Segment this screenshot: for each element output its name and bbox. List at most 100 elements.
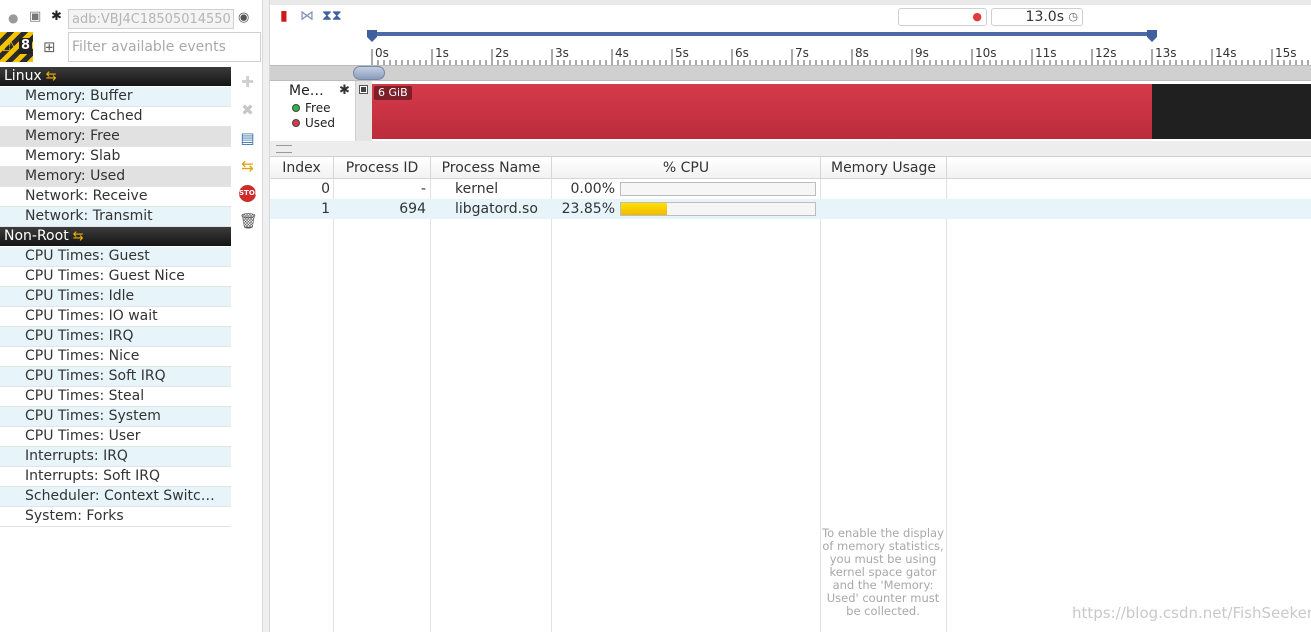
header-cpu[interactable]: % CPU: [552, 157, 821, 179]
event-item[interactable]: CPU Times: Nice: [0, 347, 231, 367]
range-end-marker: [1147, 30, 1157, 42]
add-icon[interactable]: ✚: [239, 74, 256, 91]
event-item[interactable]: Memory: Free: [0, 127, 231, 147]
trash-icon[interactable]: 🗑: [239, 213, 258, 230]
save-icon[interactable]: ▤: [239, 130, 256, 147]
timeline-scrollbar[interactable]: [270, 65, 1311, 81]
event-item[interactable]: Interrupts: Soft IRQ: [0, 467, 231, 487]
process-table: Index Process ID Process Name % CPU Memo…: [270, 157, 1311, 632]
event-item[interactable]: System: Forks: [0, 507, 231, 527]
event-item[interactable]: CPU Times: Steal: [0, 387, 231, 407]
tick-label: 0s: [375, 46, 389, 60]
warning-badge[interactable]: ⚠ 8: [0, 32, 33, 62]
tick-label: 3s: [555, 46, 569, 60]
warning-icon: ⚠: [2, 36, 18, 56]
event-item[interactable]: Memory: Buffer: [0, 87, 231, 107]
event-item[interactable]: CPU Times: Idle: [0, 287, 231, 307]
header-memory-usage[interactable]: Memory Usage: [821, 157, 947, 179]
left-panel: ● ▣ ✱ adb:VBJ4C18505014550 ◉ ⚠ 8 ⊞ Linux…: [0, 0, 263, 632]
bookmark-icon[interactable]: ▮: [280, 8, 288, 24]
track-label-area: Me… ✱ Free Used: [270, 81, 355, 141]
jump-to-icon[interactable]: ⋈: [300, 8, 314, 24]
timeline-toolbar: ▮ ⋈ ⧗⧗ ● 13.0s ◷: [270, 5, 1311, 29]
resize-handle-row[interactable]: [270, 141, 1311, 157]
event-item[interactable]: CPU Times: System: [0, 407, 231, 427]
remove-icon[interactable]: ✖: [239, 102, 256, 119]
location-field[interactable]: ●: [898, 8, 987, 26]
event-item[interactable]: CPU Times: Guest: [0, 247, 231, 267]
event-item[interactable]: CPU Times: IO wait: [0, 307, 231, 327]
watermark: https://blog.csdn.net/FishSeeker: [1072, 604, 1311, 622]
header-index[interactable]: Index: [270, 157, 334, 179]
time-value: 13.0s: [1025, 9, 1064, 25]
filter-input[interactable]: [68, 32, 261, 62]
table-row[interactable]: 0 - kernel 0.00%: [270, 179, 1311, 199]
cell-process-id: -: [420, 181, 426, 197]
cpu-progress-bar: [620, 182, 816, 196]
group-header[interactable]: Linux ⇆: [0, 67, 231, 86]
cell-cpu: 0.00%: [570, 181, 615, 197]
swap-icon[interactable]: ⇆: [239, 158, 256, 175]
track-settings-icon[interactable]: ✱: [339, 83, 350, 98]
header-process-id[interactable]: Process ID: [334, 157, 431, 179]
cell-cpu: 23.85%: [561, 201, 615, 217]
future-time-area: [1152, 84, 1311, 139]
legend-used-label: Used: [305, 116, 336, 130]
memory-track: Me… ✱ Free Used 6 GiB: [270, 81, 1311, 142]
column-divider: [946, 179, 947, 632]
legend-free: Free: [292, 101, 330, 115]
record-status-icon: ●: [8, 11, 19, 25]
legend-used-swatch: [292, 119, 300, 127]
timeline-ruler[interactable]: 0s 1s 2s 3s 4s 5s 6s 7s 8s 9s 10s 11s 12s 13s 14s 15s: [270, 29, 1311, 65]
tick-label: 9s: [915, 46, 929, 60]
event-item[interactable]: Memory: Slab: [0, 147, 231, 167]
cell-process-name: libgatord.so: [455, 201, 538, 217]
tick-label: 6s: [735, 46, 749, 60]
event-item[interactable]: Network: Transmit: [0, 207, 231, 227]
track-title: Me…: [289, 83, 324, 99]
group-header[interactable]: Non-Root ⇆: [0, 227, 231, 246]
swap-icon: ⇆: [72, 229, 84, 244]
legend-free-label: Free: [305, 101, 331, 115]
tick-label: 5s: [675, 46, 689, 60]
range-start-marker: [367, 30, 377, 42]
cell-index: 1: [321, 201, 330, 217]
cpu-progress-fill: [621, 203, 668, 215]
event-item[interactable]: Memory: Used: [0, 167, 231, 187]
chip-icon[interactable]: ▣: [29, 9, 41, 25]
event-list: Linux ⇆ Memory: Buffer Memory: Cached Memory…: [0, 67, 231, 527]
stop-icon[interactable]: STOP: [239, 185, 260, 202]
event-item[interactable]: CPU Times: User: [0, 427, 231, 447]
event-item[interactable]: Scheduler: Context Switc…: [0, 487, 231, 507]
event-item[interactable]: CPU Times: IRQ: [0, 327, 231, 347]
panel-splitter[interactable]: [262, 0, 270, 632]
event-item[interactable]: Memory: Cached: [0, 107, 231, 127]
time-field[interactable]: 13.0s ◷: [991, 8, 1083, 26]
range-markers-icon[interactable]: ⧗⧗: [322, 8, 342, 24]
memory-used-area[interactable]: [372, 84, 1152, 139]
cpu-progress-bar: [620, 202, 816, 216]
column-divider: [333, 179, 334, 632]
tool-column: ✚ ✖ ▤ ⇆ STOP 🗑: [233, 68, 261, 632]
event-item[interactable]: CPU Times: Soft IRQ: [0, 367, 231, 387]
header-process-name[interactable]: Process Name: [431, 157, 552, 179]
device-field[interactable]: adb:VBJ4C18505014550: [68, 9, 234, 29]
event-item[interactable]: Network: Receive: [0, 187, 231, 207]
grip-icon[interactable]: [276, 145, 292, 153]
column-divider: [430, 179, 431, 632]
tick-label: 14s: [1215, 46, 1237, 60]
group-title: Linux: [4, 68, 42, 84]
eye-icon[interactable]: ◉: [238, 10, 249, 26]
swap-icon: ⇆: [45, 69, 57, 84]
gear-icon[interactable]: ✱: [51, 9, 62, 25]
table-row[interactable]: 1 694 libgatord.so 23.85%: [270, 199, 1311, 219]
group-title: Non-Root: [4, 228, 69, 244]
scroll-thumb[interactable]: [353, 66, 385, 80]
track-toggle-checkbox[interactable]: [359, 85, 368, 94]
tick-label: 13s: [1155, 46, 1177, 60]
event-item[interactable]: CPU Times: Guest Nice: [0, 267, 231, 287]
memory-usage-note: To enable the display of memory statisti…: [822, 526, 944, 618]
legend-free-swatch: [292, 104, 300, 112]
event-item[interactable]: Interrupts: IRQ: [0, 447, 231, 467]
counter-config-icon[interactable]: ⊞: [43, 39, 56, 55]
